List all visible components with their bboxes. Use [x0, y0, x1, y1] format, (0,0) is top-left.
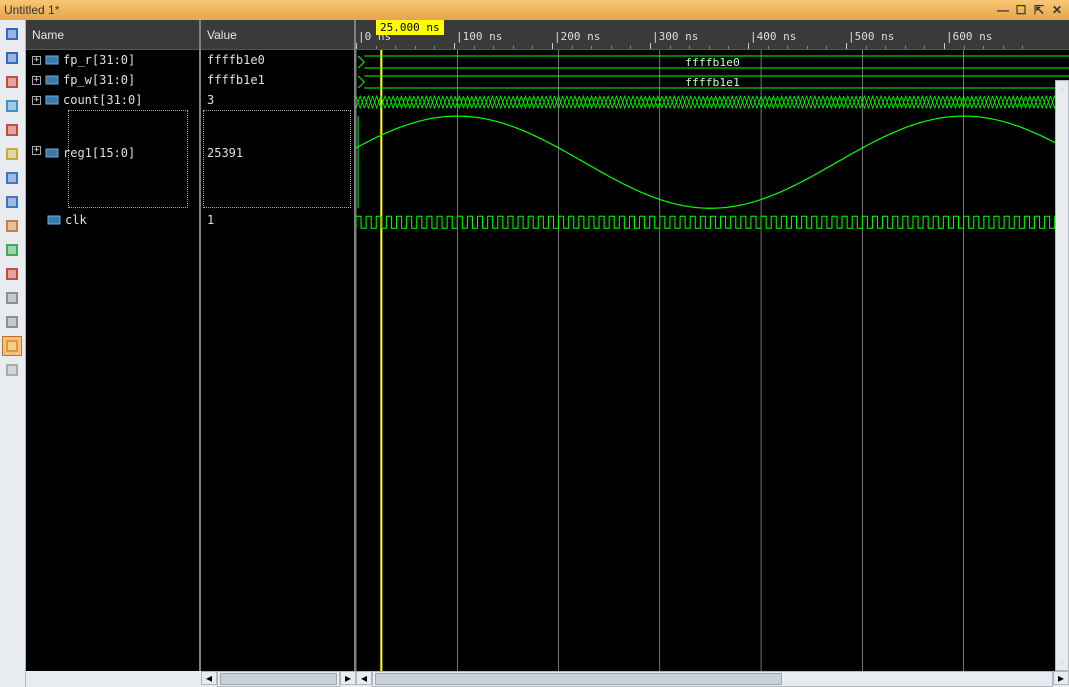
- signal-icon: [45, 73, 59, 87]
- close-button[interactable]: ✕: [1049, 3, 1065, 17]
- properties-icon[interactable]: [2, 360, 22, 380]
- signal-name-label: count[31:0]: [63, 93, 142, 107]
- signal-name-row[interactable]: + fp_r[31:0]: [26, 50, 199, 70]
- signal-name-row[interactable]: clk: [26, 210, 199, 230]
- run-step-icon[interactable]: [2, 192, 22, 212]
- expand-toggle[interactable]: +: [32, 96, 41, 105]
- horizontal-scrollbar-row: ◂ ▸ ◂ ▸: [26, 671, 1069, 687]
- minimize-button[interactable]: —: [995, 3, 1011, 17]
- signal-value-label: ffffb1e1: [207, 73, 265, 87]
- expand-toggle[interactable]: +: [32, 56, 41, 65]
- measure-icon[interactable]: [2, 336, 22, 356]
- zoom-in-icon[interactable]: [2, 72, 22, 92]
- ruler-tick-label: |100 ns: [456, 30, 502, 43]
- waveform-column[interactable]: 25.000 ns |0 ns|100 ns|200 ns|300 ns|400…: [356, 20, 1069, 671]
- export-icon[interactable]: [2, 24, 22, 44]
- signal-name-row[interactable]: + fp_w[31:0]: [26, 70, 199, 90]
- value-column: Value ffffb1e0 ffffb1e1 3 25391 1: [201, 20, 356, 671]
- signal-value-row: ffffb1e1: [201, 70, 354, 90]
- save-icon[interactable]: [2, 48, 22, 68]
- marker-icon[interactable]: [2, 216, 22, 236]
- window-title: Untitled 1*: [4, 3, 993, 17]
- signal-icon: [45, 93, 59, 107]
- signal-name-row[interactable]: + count[31:0]: [26, 90, 199, 110]
- expand-toggle[interactable]: +: [32, 146, 41, 155]
- edge-group-icon[interactable]: [2, 312, 22, 332]
- title-bar: Untitled 1* — ☐ ⇱ ✕: [0, 0, 1069, 20]
- expand-toggle[interactable]: +: [32, 76, 41, 85]
- signal-value-row: ffffb1e0: [201, 50, 354, 70]
- signal-icon: [45, 146, 59, 160]
- name-column: Name +fp_r[31:0]+fp_w[31:0]+count[31:0]+…: [26, 20, 201, 671]
- signal-value-row: 1: [201, 210, 354, 230]
- signal-name-label: fp_r[31:0]: [63, 53, 135, 67]
- zoom-select-icon[interactable]: [2, 120, 22, 140]
- tool-toolbar: [0, 20, 26, 687]
- ruler-tick-label: |300 ns: [652, 30, 698, 43]
- vertical-scrollbar[interactable]: ▴ ▾: [1055, 80, 1069, 671]
- restore-button[interactable]: ⇱: [1031, 3, 1047, 17]
- maximize-button[interactable]: ☐: [1013, 3, 1029, 17]
- zoom-out-icon[interactable]: [2, 96, 22, 116]
- name-column-header: Name: [26, 20, 199, 50]
- name-hscroll-left[interactable]: ◂: [201, 671, 217, 685]
- scroll-up-button[interactable]: ▴: [1056, 81, 1068, 95]
- ruler-tick-label: |500 ns: [848, 30, 894, 43]
- svg-text:ffffb1e1: ffffb1e1: [685, 76, 740, 89]
- signal-value-row: 25391: [201, 110, 354, 210]
- signal-value-label: 3: [207, 93, 214, 107]
- signal-value-label: 1: [207, 213, 214, 227]
- signal-name-label: fp_w[31:0]: [63, 73, 135, 87]
- signal-value-label: 25391: [207, 146, 243, 160]
- run-start-icon[interactable]: [2, 168, 22, 188]
- wave-hscroll-left[interactable]: ◂: [356, 671, 372, 685]
- name-hscroll-track[interactable]: [217, 671, 340, 687]
- signal-value-row: 3: [201, 90, 354, 110]
- signal-icon: [45, 53, 59, 67]
- signal-name-label: reg1[15:0]: [63, 146, 135, 160]
- svg-text:ffffb1e0: ffffb1e0: [685, 56, 740, 69]
- edge-prev-icon[interactable]: [2, 288, 22, 308]
- ruler-tick-label: |200 ns: [554, 30, 600, 43]
- cursor-right-icon[interactable]: [2, 144, 22, 164]
- ruler-tick-label: |400 ns: [750, 30, 796, 43]
- wave-hscroll-right[interactable]: ▸: [1053, 671, 1069, 685]
- signal-name-label: clk: [65, 213, 87, 227]
- ruler-tick-label: |600 ns: [946, 30, 992, 43]
- scope-icon[interactable]: [2, 264, 22, 284]
- ruler[interactable]: 25.000 ns |0 ns|100 ns|200 ns|300 ns|400…: [356, 20, 1069, 50]
- signal-name-row[interactable]: + reg1[15:0]: [26, 110, 199, 210]
- signal-value-label: ffffb1e0: [207, 53, 265, 67]
- name-hscroll-right[interactable]: ▸: [340, 671, 356, 685]
- cursor-time-label: 25.000 ns: [376, 20, 444, 35]
- wave-hscroll-track[interactable]: [372, 671, 1053, 687]
- signal-icon: [47, 213, 61, 227]
- scroll-down-button[interactable]: ▾: [1056, 656, 1068, 670]
- add-signal-icon[interactable]: [2, 240, 22, 260]
- value-column-header: Value: [201, 20, 354, 50]
